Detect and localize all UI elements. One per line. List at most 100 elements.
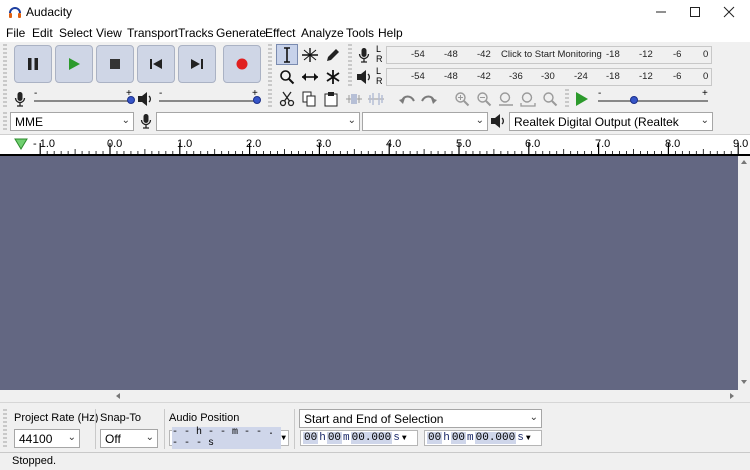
chevron-down-icon[interactable]: ▼ [402,434,407,443]
selection-end-field[interactable]: 00 h 00 m 00.000 s ▼ [424,430,542,446]
time-shift-tool-button[interactable] [299,66,321,87]
divider [294,409,295,449]
envelope-tool-button[interactable] [299,44,321,65]
timeline-ruler[interactable]: - 1.0 0.0 1.0 2.0 3.0 4.0 5.0 6.0 7.0 8.… [0,134,750,156]
minimize-button[interactable] [644,0,678,24]
vertical-scrollbar[interactable] [738,156,750,390]
scroll-up-icon[interactable] [740,158,748,166]
recording-volume-microphone-icon [14,92,26,107]
redo-button[interactable] [418,88,440,109]
trim-audio-button[interactable] [343,88,365,109]
meter-tick: -48 [444,49,458,60]
record-meter-channel-l: L [376,44,382,54]
chevron-down-icon: ⌄ [700,115,709,126]
cut-button[interactable] [276,88,298,109]
paste-button[interactable] [320,88,342,109]
undo-button[interactable] [396,88,418,109]
horizontal-scrollbar[interactable] [0,390,750,402]
selection-toolbar-grip[interactable] [3,409,7,449]
play-at-speed-toolbar-grip[interactable] [565,89,569,109]
fit-selection-icon [499,91,513,106]
play-speed-track[interactable] [598,100,708,102]
zoom-out-button[interactable] [473,88,495,109]
playback-device-dropdown[interactable]: Realtek Digital Output (Realtek ⌄ [509,112,713,131]
maximize-button[interactable] [678,0,712,24]
meter-tick: -54 [411,71,425,82]
skip-to-start-button[interactable] [137,45,175,83]
audio-position-value: - - h - - m - - . - - - s [172,427,282,449]
play-speed-thumb[interactable] [630,96,638,104]
skip-to-end-button[interactable] [178,45,216,83]
playback-volume-track[interactable] [159,100,259,102]
menu-effect[interactable]: Effect [265,26,295,40]
selection-tool-button[interactable] [276,44,298,65]
undo-icon [399,95,415,104]
recording-device-dropdown[interactable]: ⌄ [156,112,360,131]
meter-tick: -36 [509,71,523,82]
chevron-down-icon[interactable]: ▼ [281,434,288,443]
minimize-icon [656,11,666,13]
scroll-down-icon[interactable] [740,378,748,386]
asterisk-icon [326,69,340,84]
snap-to-dropdown[interactable]: Off ⌄ [100,429,158,448]
record-button[interactable] [223,45,261,83]
zoom-in-button[interactable] [451,88,473,109]
menu-file[interactable]: File [6,26,25,40]
record-meter-prompt[interactable]: Click to Start Monitoring [501,49,602,60]
play-button[interactable] [55,45,93,83]
copy-button[interactable] [298,88,320,109]
record-meter[interactable]: -54 -48 -42 Click to Start Monitoring -1… [386,46,712,64]
selection-start-field[interactable]: 00 h 00 m 00.000 s ▼ [300,430,418,446]
edit-toolbar-grip[interactable] [268,89,272,109]
play-icon [69,58,80,70]
playback-device-speaker-icon [491,114,504,128]
menu-view[interactable]: View [96,26,122,40]
menu-transport[interactable]: Transport [127,26,178,40]
zoom-toggle-button[interactable] [539,88,561,109]
record-meter-button[interactable] [353,44,375,65]
playback-meter-button[interactable] [353,66,375,87]
menu-select[interactable]: Select [59,26,92,40]
zoom-tool-button[interactable] [276,66,298,87]
chevron-down-icon[interactable]: ▼ [526,434,531,443]
device-toolbar-grip[interactable] [3,112,7,131]
playback-volume-thumb[interactable] [253,96,261,104]
project-rate-dropdown[interactable]: 44100 ⌄ [14,429,80,448]
multi-tool-button[interactable] [322,66,344,87]
recording-volume-thumb[interactable] [127,96,135,104]
pause-button[interactable] [14,45,52,83]
fit-project-button[interactable] [517,88,539,109]
menu-analyze[interactable]: Analyze [301,26,344,40]
track-panel[interactable] [0,156,738,390]
scroll-left-icon[interactable] [114,392,122,400]
meter-toolbar-grip[interactable] [348,44,352,86]
draw-tool-button[interactable] [322,44,344,65]
menu-tracks[interactable]: Tracks [178,26,214,40]
recording-volume-track[interactable] [34,100,132,102]
mixer-toolbar-grip[interactable] [3,89,7,109]
audio-position-field[interactable]: - - h - - m - - . - - - s ▼ [169,427,289,449]
divider [95,409,96,449]
scroll-right-icon[interactable] [728,392,736,400]
stop-button[interactable] [96,45,134,83]
redo-icon [421,95,437,104]
play-at-speed-button[interactable] [571,88,593,109]
close-button[interactable] [712,0,746,24]
fit-selection-button[interactable] [495,88,517,109]
recording-channels-dropdown[interactable]: ⌄ [362,112,488,131]
slider-plus: + [702,88,708,99]
menu-generate[interactable]: Generate [216,26,266,40]
menu-edit[interactable]: Edit [32,26,53,40]
audio-host-dropdown[interactable]: MME ⌄ [10,112,134,131]
playback-meter[interactable]: -54 -48 -42 -36 -30 -24 -18 -12 -6 0 [386,68,712,86]
selection-mode-dropdown[interactable]: Start and End of Selection ⌄ [299,409,542,428]
meter-tick: -6 [673,71,682,82]
record-icon [236,58,248,70]
transport-toolbar-grip[interactable] [3,44,7,86]
silence-audio-button[interactable] [365,88,387,109]
audio-host-value: MME [15,115,43,129]
menu-help[interactable]: Help [378,26,403,40]
zoom-out-icon [477,91,492,106]
tools-toolbar-grip[interactable] [268,44,272,86]
menu-tools[interactable]: Tools [346,26,374,40]
